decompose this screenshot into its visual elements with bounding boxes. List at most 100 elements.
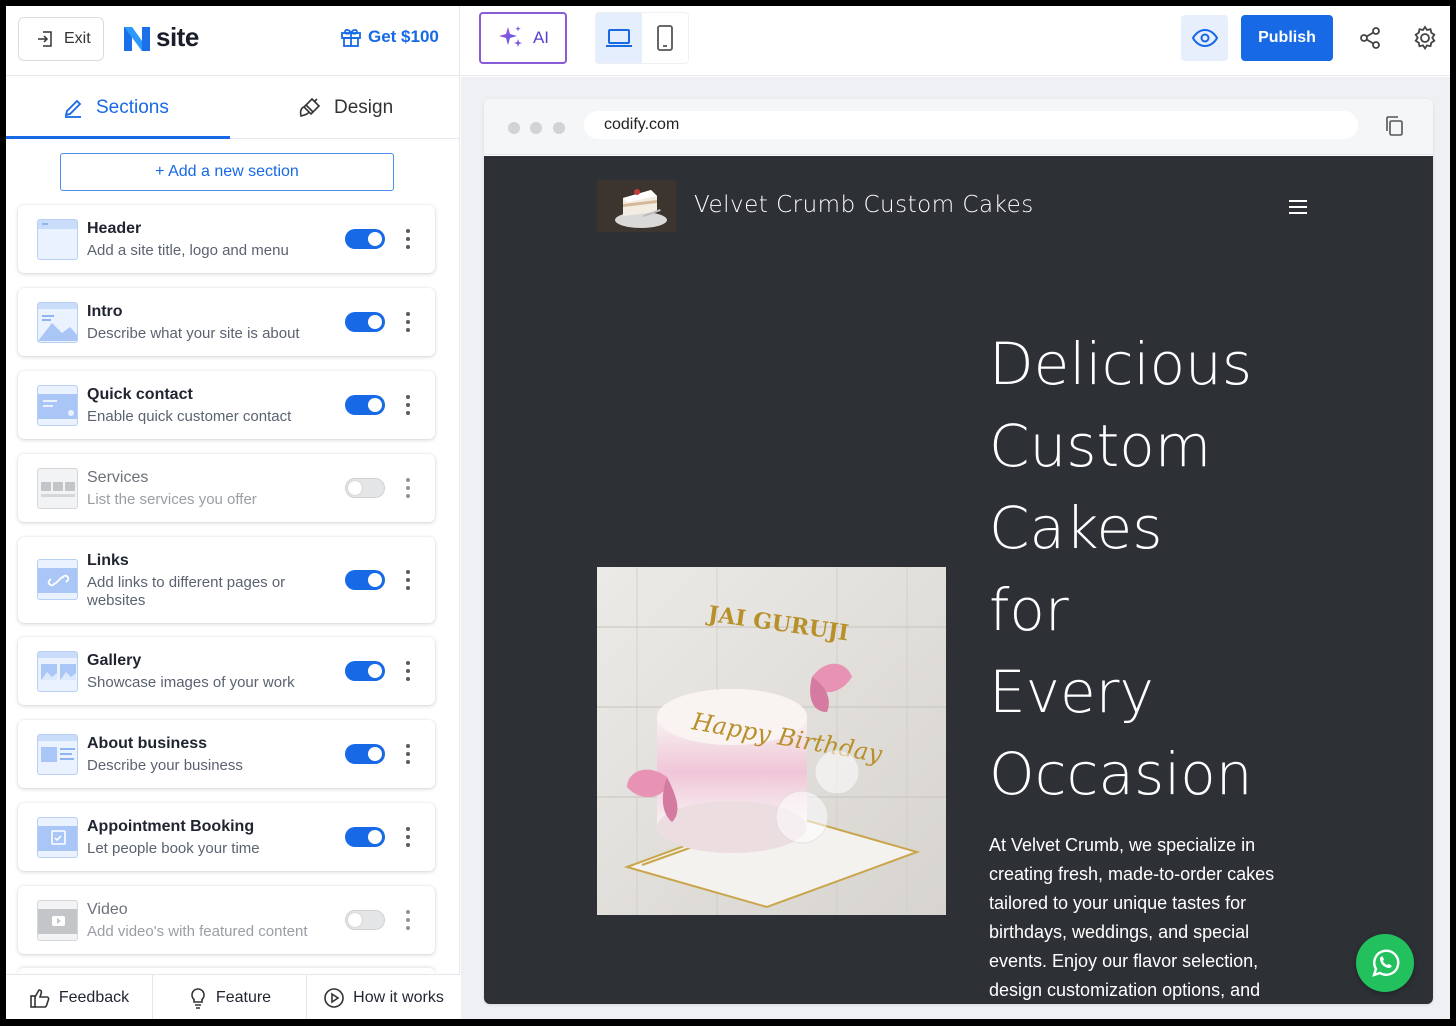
section-menu-icon[interactable]: [398, 659, 418, 683]
ai-label: AI: [532, 28, 550, 47]
section-card-appointment-booking[interactable]: Appointment Booking Let people book your…: [18, 803, 435, 871]
hamburger-menu-icon[interactable]: [1289, 200, 1307, 214]
section-toggle[interactable]: [345, 312, 385, 332]
section-card-header[interactable]: Header Add a site title, logo and menu: [18, 205, 435, 273]
sidebar: Exit site Get $100 Sections Design + Add…: [6, 6, 460, 1019]
header-thumbnail-icon: [37, 219, 78, 260]
thumbs-up-icon: [30, 988, 50, 1008]
section-toggle[interactable]: [345, 395, 385, 415]
feedback-label: Feedback: [58, 988, 130, 1006]
url-bar[interactable]: codify.com: [584, 111, 1358, 139]
section-card-intro[interactable]: Intro Describe what your site is about: [18, 288, 435, 356]
device-toggle: [595, 12, 689, 64]
section-title: Links: [87, 552, 129, 569]
section-card-quick-contact[interactable]: Quick contact Enable quick customer cont…: [18, 371, 435, 439]
play-circle-icon: [324, 987, 344, 1008]
section-menu-icon[interactable]: [398, 227, 418, 251]
section-title: Services: [87, 469, 149, 486]
section-menu-icon[interactable]: [398, 908, 418, 932]
copy-icon[interactable]: [1384, 115, 1404, 137]
section-card-gallery[interactable]: Gallery Showcase images of your work: [18, 637, 435, 705]
eye-icon: [1191, 28, 1218, 48]
whatsapp-button[interactable]: [1356, 934, 1414, 992]
hero-title-line: Custom: [989, 412, 1212, 480]
section-card-links[interactable]: Links Add links to different pages or we…: [18, 537, 435, 623]
section-menu-icon[interactable]: [398, 825, 418, 849]
section-toggle[interactable]: [345, 744, 385, 764]
hero-title-line: Occasion: [989, 740, 1253, 808]
section-menu-icon[interactable]: [398, 393, 418, 417]
section-desc: Describe what your site is about: [87, 325, 300, 342]
section-toggle[interactable]: [345, 570, 385, 590]
browser-chrome: codify.com: [484, 99, 1433, 155]
sparkle-icon: [498, 26, 522, 47]
site-logo-image[interactable]: [597, 180, 676, 232]
site-name[interactable]: Velvet Crumb Custom Cakes: [694, 192, 1034, 218]
share-icon[interactable]: [1358, 26, 1382, 50]
editor-toolbar: AI Publish: [461, 6, 1450, 76]
gear-icon[interactable]: [1412, 25, 1438, 51]
section-title: About business: [87, 735, 208, 752]
sidebar-topbar: Exit site Get $100: [6, 6, 460, 76]
whatsapp-icon: [1372, 949, 1400, 977]
section-menu-icon[interactable]: [398, 476, 418, 500]
about-business-thumbnail-icon: [37, 734, 78, 775]
section-card-about-business[interactable]: About business Describe your business: [18, 720, 435, 788]
logo-n-icon: [124, 26, 150, 51]
section-desc: List the services you offer: [87, 491, 257, 508]
section-menu-icon[interactable]: [398, 742, 418, 766]
hero-title: Delicious Custom Cakes for Every Occasio…: [989, 323, 1319, 815]
add-section-button[interactable]: + Add a new section: [60, 153, 394, 191]
section-desc: Showcase images of your work: [87, 674, 295, 691]
quick-contact-thumbnail-icon: [37, 385, 78, 426]
hero-title-line: Cakes: [989, 494, 1163, 562]
tab-sections[interactable]: Sections: [62, 76, 169, 139]
window-dot: [530, 122, 542, 134]
section-card-video[interactable]: Video Add video's with featured content: [18, 886, 435, 954]
desktop-view-button[interactable]: [596, 13, 642, 63]
section-card-services[interactable]: Services List the services you offer: [18, 454, 435, 522]
hero-title-line: Every: [989, 658, 1154, 726]
section-title: Intro: [87, 303, 123, 320]
website-preview: Velvet Crumb Custom Cakes JAI GURUJI Hap…: [484, 156, 1433, 1004]
phone-icon: [657, 25, 673, 51]
window-dot: [553, 122, 565, 134]
hero-title-line: Delicious: [989, 330, 1253, 398]
feature-label: Feature: [215, 988, 272, 1006]
logo: site: [122, 22, 199, 53]
pencil-icon: [64, 99, 82, 118]
hero-cake-image: JAI GURUJI Happy Birthday: [597, 567, 946, 915]
section-menu-icon[interactable]: [398, 310, 418, 334]
exit-label: Exit: [64, 30, 91, 47]
feedback-button[interactable]: Feedback: [6, 975, 153, 1019]
intro-thumbnail-icon: [37, 302, 78, 343]
exit-icon: [38, 31, 52, 47]
get-100-button[interactable]: Get $100: [340, 26, 439, 48]
section-toggle[interactable]: [345, 827, 385, 847]
exit-button[interactable]: Exit: [18, 17, 104, 61]
section-toggle[interactable]: [345, 910, 385, 930]
section-title: Appointment Booking: [87, 818, 255, 835]
publish-button[interactable]: Publish: [1241, 15, 1333, 61]
section-toggle[interactable]: [345, 478, 385, 498]
ai-button[interactable]: AI: [479, 12, 567, 64]
section-title: Header: [87, 220, 142, 237]
paintbrush-icon: [299, 97, 321, 117]
tab-design[interactable]: Design: [298, 76, 393, 139]
how-it-works-button[interactable]: How it works: [307, 975, 460, 1019]
section-toggle[interactable]: [345, 661, 385, 681]
section-toggle[interactable]: [345, 229, 385, 249]
gift-icon: [341, 28, 361, 47]
how-it-works-label: How it works: [353, 988, 444, 1006]
section-title: Quick contact: [87, 386, 193, 403]
preview-button[interactable]: [1181, 15, 1228, 61]
hero-description: At Velvet Crumb, we specialize in creati…: [989, 835, 1275, 1000]
gallery-thumbnail-icon: [37, 651, 78, 692]
section-desc: Add video's with featured content: [87, 923, 308, 940]
mobile-view-button[interactable]: [642, 13, 688, 63]
calendar-thumbnail-icon: [37, 817, 78, 858]
logo-text: site: [156, 22, 199, 52]
get-100-label: Get $100: [368, 27, 439, 46]
feature-button[interactable]: Feature: [153, 975, 307, 1019]
section-menu-icon[interactable]: [398, 568, 418, 592]
